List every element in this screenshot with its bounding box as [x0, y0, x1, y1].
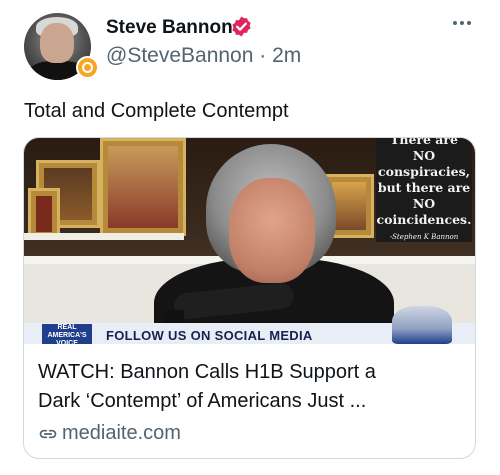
banner-text: FOLLOW US ON SOCIAL MEDIA [106, 328, 313, 343]
more-options-icon[interactable] [448, 12, 476, 34]
card-image[interactable]: There are NO conspiracies, but there are… [24, 138, 475, 344]
tweet-text: Total and Complete Contempt [24, 100, 289, 122]
timestamp[interactable]: 2m [272, 44, 301, 67]
sign-line: coincidences. [376, 212, 472, 227]
author-handle[interactable]: @SteveBannon [106, 44, 253, 67]
meta-separator: · [259, 44, 267, 67]
sign-line: conspiracies, [378, 164, 470, 179]
quote-sign: There are NO conspiracies, but there are… [376, 138, 472, 242]
link-card[interactable]: There are NO conspiracies, but there are… [23, 137, 476, 459]
card-title-line: WATCH: Bannon Calls H1B Support a [38, 361, 376, 383]
sign-signature: -Stephen K Bannon [389, 233, 459, 241]
sign-line: NO [412, 196, 436, 211]
shelf [24, 233, 184, 240]
card-domain-text: mediaite.com [62, 422, 181, 444]
avatar-face [40, 23, 74, 63]
sign-line: NO [412, 148, 436, 163]
icon-painting [100, 138, 186, 236]
sign-line: but there are [377, 180, 471, 195]
card-domain[interactable]: mediaite.com [38, 422, 181, 445]
link-icon [39, 429, 57, 438]
affiliate-badge-icon [76, 56, 99, 79]
author-meta: @SteveBannon · 2m [106, 44, 301, 68]
author-name[interactable]: Steve Bannon [106, 17, 233, 39]
eagle-logo [392, 306, 452, 344]
channel-logo: REAL AMERICA'S VOICE [42, 324, 92, 344]
verified-badge-icon [232, 16, 251, 37]
card-title-line: Dark ‘Contempt’ of Americans Just ... [38, 390, 367, 412]
card-title[interactable]: WATCH: Bannon Calls H1B Support a Dark ‘… [38, 358, 463, 416]
sign-line: There are [390, 138, 458, 147]
person-face [229, 178, 315, 283]
